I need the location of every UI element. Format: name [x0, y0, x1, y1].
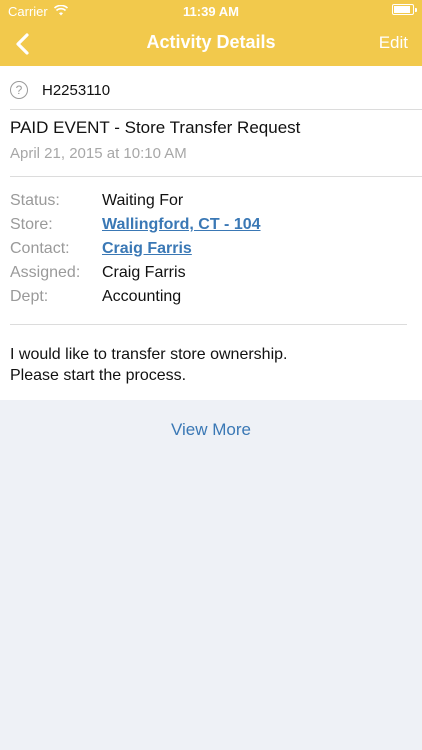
top-bar: Carrier 11:39 AM Activity Details Edit: [0, 0, 422, 66]
page-title: Activity Details: [146, 32, 276, 52]
assigned-value: Craig Farris: [102, 264, 186, 281]
detail-label: Status:: [10, 192, 60, 209]
detail-row-store: Store: Wallingford, CT - 104: [10, 213, 261, 237]
nav-bar: Activity Details Edit: [0, 22, 422, 66]
battery-icon: [392, 4, 417, 15]
detail-label: Assigned:: [10, 264, 81, 281]
back-button[interactable]: [10, 30, 38, 58]
status-value: Waiting For: [102, 192, 184, 209]
detail-row-dept: Dept: Accounting: [10, 285, 261, 309]
dept-value: Accounting: [102, 288, 182, 305]
activity-title: PAID EVENT - Store Transfer Request: [10, 118, 301, 137]
activity-date: April 21, 2015 at 10:10 AM: [10, 145, 187, 162]
detail-row-contact: Contact: Craig Farris: [10, 237, 261, 261]
contact-link[interactable]: Craig Farris: [102, 240, 192, 258]
activity-message: I would like to transfer store ownership…: [10, 344, 287, 386]
activity-id-row: ? H2253110: [10, 78, 110, 102]
activity-id: H2253110: [42, 81, 111, 99]
detail-label: Contact:: [10, 240, 70, 257]
status-right: [392, 4, 417, 15]
status-time: 11:39 AM: [183, 4, 239, 19]
detail-row-status: Status: Waiting For: [10, 189, 261, 213]
detail-row-assigned: Assigned: Craig Farris: [10, 261, 261, 285]
message-line: I would like to transfer store ownership…: [10, 346, 288, 363]
divider: [10, 109, 422, 110]
status-bar: Carrier 11:39 AM: [0, 0, 422, 22]
store-link[interactable]: Wallingford, CT - 104: [102, 216, 261, 234]
chevron-left-icon: [16, 33, 29, 55]
message-line: Please start the process.: [10, 367, 187, 384]
detail-label: Store:: [10, 216, 53, 233]
divider: [10, 176, 422, 177]
details-list: Status: Waiting For Store: Wallingford, …: [10, 189, 261, 309]
question-circle-icon[interactable]: ?: [10, 81, 28, 99]
detail-label: Dept:: [10, 288, 49, 305]
edit-button[interactable]: Edit: [379, 33, 408, 53]
divider: [10, 324, 407, 325]
activity-card: ? H2253110 PAID EVENT - Store Transfer R…: [0, 66, 422, 400]
view-more-button[interactable]: View More: [0, 420, 422, 440]
